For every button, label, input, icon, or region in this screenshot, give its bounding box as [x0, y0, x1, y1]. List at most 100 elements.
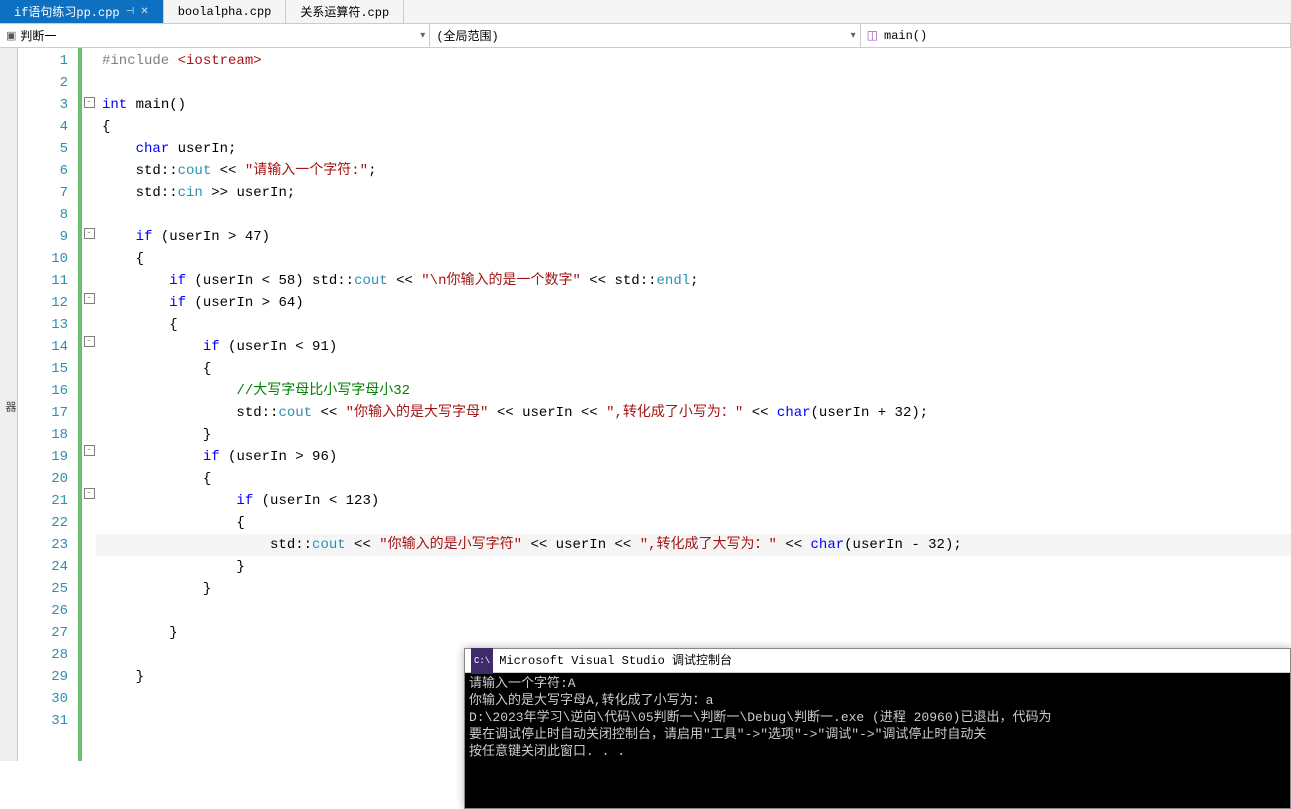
chevron-down-icon: ▾: [851, 30, 856, 42]
line-number: 8: [18, 204, 78, 226]
code-line[interactable]: {: [96, 248, 1291, 270]
code-line[interactable]: {: [96, 468, 1291, 490]
function-icon: ◫: [867, 28, 878, 43]
fold-toggle-icon[interactable]: -: [84, 97, 95, 108]
fold-line: [82, 179, 96, 201]
line-number: 25: [18, 578, 78, 600]
code-line[interactable]: char userIn;: [96, 138, 1291, 160]
fold-line: [82, 504, 96, 526]
tab-item[interactable]: 关系运算符.cpp: [286, 0, 404, 23]
code-line[interactable]: }: [96, 622, 1291, 644]
tab-label: if语句练习pp.cpp: [14, 3, 120, 20]
console-output[interactable]: 请输入一个字符:A 你输入的是大写字母A,转化成了小写为：a D:\2023年学…: [465, 673, 1290, 762]
line-number: 10: [18, 248, 78, 270]
code-line[interactable]: {: [96, 314, 1291, 336]
line-number: 11: [18, 270, 78, 292]
line-number: 15: [18, 358, 78, 380]
scope-selector-global[interactable]: (全局范围) ▾: [430, 24, 860, 47]
fold-column[interactable]: - - - - - -: [82, 48, 96, 761]
line-number: 13: [18, 314, 78, 336]
code-line[interactable]: int main(): [96, 94, 1291, 116]
console-icon: C:\: [471, 648, 493, 674]
fold-line: [82, 352, 96, 374]
code-line[interactable]: //大写字母比小写字母小32: [96, 380, 1291, 402]
code-line[interactable]: {: [96, 358, 1291, 380]
line-number: 7: [18, 182, 78, 204]
fold-line: [82, 658, 96, 680]
code-line[interactable]: }: [96, 556, 1291, 578]
console-title-text: Microsoft Visual Studio 调试控制台: [499, 649, 732, 673]
scope-selector-project[interactable]: ▣ 判断一 ▾: [0, 24, 430, 47]
fold-line: [82, 592, 96, 614]
fold-line: [82, 201, 96, 223]
function-label: main(): [884, 29, 927, 43]
code-line[interactable]: }: [96, 578, 1291, 600]
fold-toggle-icon[interactable]: -: [84, 445, 95, 456]
function-selector[interactable]: ◫ main(): [861, 24, 1291, 47]
fold-line: [82, 548, 96, 570]
line-number: 28: [18, 644, 78, 666]
tab-bar: if语句练习pp.cpp ⊣ ✕ boolalpha.cpp 关系运算符.cpp: [0, 0, 1291, 24]
fold-line: [82, 396, 96, 418]
fold-line: [82, 266, 96, 288]
line-number: 16: [18, 380, 78, 402]
line-number: 6: [18, 160, 78, 182]
code-line[interactable]: if (userIn < 91): [96, 336, 1291, 358]
code-line[interactable]: if (userIn > 96): [96, 446, 1291, 468]
code-line[interactable]: [96, 72, 1291, 94]
code-line[interactable]: #include <iostream>: [96, 50, 1291, 72]
code-line[interactable]: if (userIn < 58) std::cout << "\n你输入的是一个…: [96, 270, 1291, 292]
fold-line: [82, 113, 96, 135]
editor-area: 器 12345678910111213141516171819202122232…: [0, 48, 1291, 761]
fold-toggle-icon[interactable]: -: [84, 228, 95, 239]
line-number: 4: [18, 116, 78, 138]
line-number: 23: [18, 534, 78, 556]
tab-item[interactable]: boolalpha.cpp: [164, 0, 287, 23]
line-number: 31: [18, 710, 78, 732]
code-line[interactable]: [96, 204, 1291, 226]
side-toolbar[interactable]: 器: [0, 48, 18, 761]
project-icon: ▣: [6, 29, 16, 43]
tab-label: boolalpha.cpp: [178, 5, 272, 19]
fold-line: [82, 636, 96, 658]
line-number: 27: [18, 622, 78, 644]
console-titlebar[interactable]: C:\ Microsoft Visual Studio 调试控制台: [465, 649, 1290, 673]
fold-toggle-icon[interactable]: -: [84, 336, 95, 347]
debug-console-window[interactable]: C:\ Microsoft Visual Studio 调试控制台 请输入一个字…: [464, 648, 1291, 809]
fold-line: [82, 157, 96, 179]
fold-line: [82, 570, 96, 592]
code-line[interactable]: std::cin >> userIn;: [96, 182, 1291, 204]
code-line[interactable]: {: [96, 116, 1291, 138]
pin-icon[interactable]: ⊣: [126, 6, 135, 18]
fold-line: [82, 135, 96, 157]
tab-active[interactable]: if语句练习pp.cpp ⊣ ✕: [0, 0, 164, 23]
fold-line: [82, 614, 96, 636]
scope-label: 判断一: [20, 27, 56, 44]
line-number: 21: [18, 490, 78, 512]
line-number: 18: [18, 424, 78, 446]
line-number: 19: [18, 446, 78, 468]
code-line[interactable]: [96, 600, 1291, 622]
line-number: 24: [18, 556, 78, 578]
fold-toggle-icon[interactable]: -: [84, 488, 95, 499]
fold-line: [82, 680, 96, 702]
code-line[interactable]: {: [96, 512, 1291, 534]
fold-line: [82, 309, 96, 331]
code-line[interactable]: if (userIn > 64): [96, 292, 1291, 314]
code-line[interactable]: }: [96, 424, 1291, 446]
code-line[interactable]: if (userIn < 123): [96, 490, 1291, 512]
code-line[interactable]: std::cout << "你输入的是小写字符" << userIn << ",…: [96, 534, 1291, 556]
fold-toggle-icon[interactable]: -: [84, 293, 95, 304]
chevron-down-icon: ▾: [420, 30, 425, 42]
scope-label: (全局范围): [436, 27, 498, 44]
code-line[interactable]: if (userIn > 47): [96, 226, 1291, 248]
fold-line: [82, 48, 96, 70]
line-number: 20: [18, 468, 78, 490]
line-number: 30: [18, 688, 78, 710]
line-number: 22: [18, 512, 78, 534]
close-icon[interactable]: ✕: [140, 6, 148, 18]
code-line[interactable]: std::cout << "你输入的是大写字母" << userIn << ",…: [96, 402, 1291, 424]
code-line[interactable]: std::cout << "请输入一个字符:";: [96, 160, 1291, 182]
fold-line: [82, 70, 96, 92]
fold-line: [82, 418, 96, 440]
